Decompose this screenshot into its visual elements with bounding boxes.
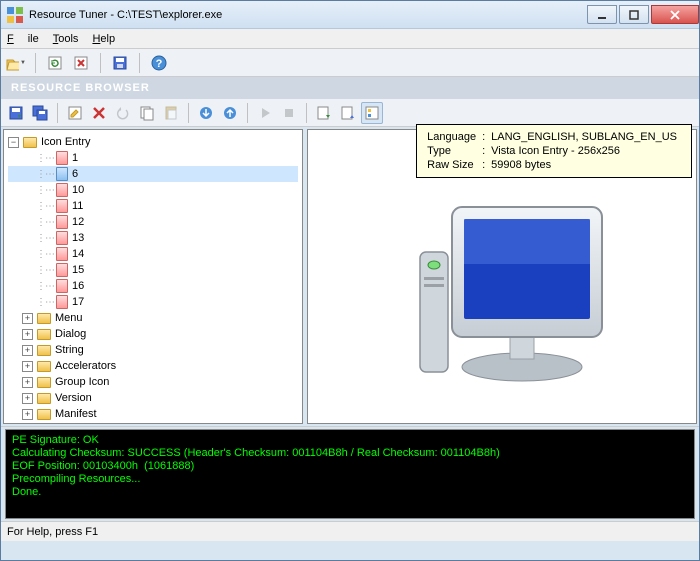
export-button[interactable] <box>313 102 335 124</box>
tree-leaf[interactable]: ⋮⋯10 <box>8 182 298 198</box>
close-button[interactable] <box>651 5 699 24</box>
icon-entry-icon <box>56 199 68 213</box>
stop-button[interactable] <box>278 102 300 124</box>
delete-button[interactable] <box>88 102 110 124</box>
app-icon <box>7 7 23 23</box>
menu-tools[interactable]: Tools <box>53 33 79 45</box>
icon-entry-icon <box>56 295 68 309</box>
up-button[interactable] <box>219 102 241 124</box>
main-toolbar: ▼ ? <box>1 49 699 77</box>
window-title: Resource Tuner - C:\TEST\explorer.exe <box>29 9 585 21</box>
down-button[interactable] <box>195 102 217 124</box>
tree-folder[interactable]: +Group Icon <box>8 374 298 390</box>
icon-entry-icon <box>56 183 68 197</box>
import-button[interactable] <box>337 102 359 124</box>
menu-file[interactable]: File <box>7 33 39 45</box>
status-bar: For Help, press F1 <box>1 521 699 541</box>
icon-entry-icon <box>56 247 68 261</box>
tree-folder[interactable]: +Version <box>8 390 298 406</box>
folder-icon <box>37 409 51 420</box>
folder-icon <box>37 329 51 340</box>
tree-folder[interactable]: +Manifest <box>8 406 298 422</box>
tree-leaf[interactable]: ⋮⋯16 <box>8 278 298 294</box>
tree-leaf[interactable]: ⋮⋯12 <box>8 214 298 230</box>
paste-button[interactable] <box>160 102 182 124</box>
tree-leaf[interactable]: ⋮⋯14 <box>8 246 298 262</box>
maximize-button[interactable] <box>619 5 649 24</box>
icon-preview-image <box>382 157 622 397</box>
tree-leaf[interactable]: ⋮⋯6 <box>8 166 298 182</box>
resource-toolbar <box>1 99 699 127</box>
tree-folder[interactable]: +Accelerators <box>8 358 298 374</box>
icon-entry-icon <box>56 167 68 181</box>
tree-leaf[interactable]: ⋮⋯17 <box>8 294 298 310</box>
folder-icon <box>37 361 51 372</box>
tree-leaf[interactable]: ⋮⋯15 <box>8 262 298 278</box>
save-all-button[interactable] <box>29 102 51 124</box>
icon-entry-icon <box>56 231 68 245</box>
icon-entry-icon <box>56 215 68 229</box>
undo-button[interactable] <box>112 102 134 124</box>
section-header: RESOURCE BROWSER <box>1 77 699 99</box>
menubar: File Tools Help <box>1 29 699 49</box>
tree-folder[interactable]: +String <box>8 342 298 358</box>
properties-button[interactable] <box>361 102 383 124</box>
folder-icon <box>23 137 37 148</box>
save-button[interactable] <box>109 52 131 74</box>
icon-entry-icon <box>56 263 68 277</box>
tree-leaf[interactable]: ⋮⋯13 <box>8 230 298 246</box>
copy-button[interactable] <box>136 102 158 124</box>
minimize-button[interactable] <box>587 5 617 24</box>
save-resource-button[interactable] <box>5 102 27 124</box>
tree-root[interactable]: −Icon Entry <box>8 134 298 150</box>
output-console: PE Signature: OK Calculating Checksum: S… <box>5 429 695 519</box>
menu-help[interactable]: Help <box>92 33 115 45</box>
refresh-button[interactable] <box>44 52 66 74</box>
folder-icon <box>37 393 51 404</box>
open-button[interactable]: ▼ <box>5 52 27 74</box>
resource-tree[interactable]: −Icon Entry⋮⋯1⋮⋯6⋮⋯10⋮⋯11⋮⋯12⋮⋯13⋮⋯14⋮⋯1… <box>3 129 303 424</box>
titlebar: Resource Tuner - C:\TEST\explorer.exe <box>1 1 699 29</box>
tree-leaf[interactable]: ⋮⋯11 <box>8 198 298 214</box>
tree-leaf[interactable]: ⋮⋯1 <box>8 150 298 166</box>
folder-icon <box>37 345 51 356</box>
close-file-button[interactable] <box>70 52 92 74</box>
play-button[interactable] <box>254 102 276 124</box>
tree-folder[interactable]: +Menu <box>8 310 298 326</box>
info-tooltip: Language:LANG_ENGLISH, SUBLANG_EN_US Typ… <box>416 124 692 178</box>
edit-button[interactable] <box>64 102 86 124</box>
folder-icon <box>37 313 51 324</box>
folder-icon <box>37 377 51 388</box>
svg-text:?: ? <box>156 58 163 70</box>
icon-entry-icon <box>56 279 68 293</box>
icon-entry-icon <box>56 151 68 165</box>
help-button[interactable]: ? <box>148 52 170 74</box>
tree-folder[interactable]: +Dialog <box>8 326 298 342</box>
